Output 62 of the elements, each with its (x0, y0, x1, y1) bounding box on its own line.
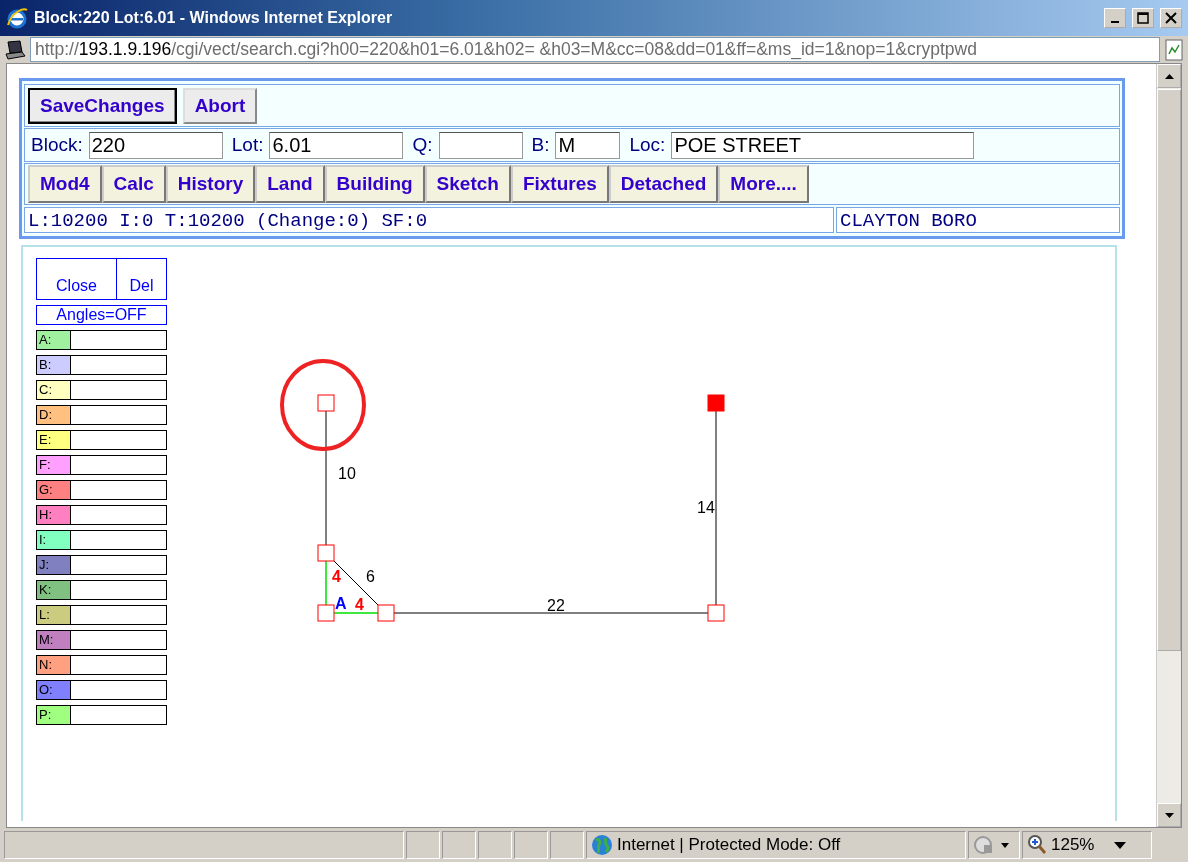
text-field[interactable]: M (555, 131, 621, 159)
dimension-label: 14 (697, 499, 715, 516)
nav-tab[interactable]: Mod4 (28, 165, 102, 203)
up-arrow-icon (1164, 73, 1174, 79)
nav-tab[interactable]: History (165, 165, 256, 203)
save-changes-button[interactable]: SaveChanges (28, 87, 177, 124)
nav-tab[interactable]: Fixtures (510, 165, 609, 203)
status-bar-pane (514, 831, 548, 859)
scroll-down-button[interactable] (1157, 803, 1181, 827)
laptop-icon (4, 39, 26, 60)
text-field[interactable]: 6.01 (269, 131, 404, 159)
angles-toggle-button[interactable]: Angles=OFF (36, 305, 167, 325)
abort-button[interactable]: Abort (182, 87, 258, 124)
dimension-label: 4 (332, 568, 341, 585)
minimize-icon (1111, 21, 1119, 23)
vertex-handle[interactable] (317, 544, 335, 562)
address-field[interactable]: http://193.1.9.196/cgi/vect/search.cgi?h00=220&h01=6.01&h02= &h03=M&cc=08&dd=01&ff=&ms_id=1&nop=1&cryptpwd (30, 37, 1160, 62)
dimension-label: 10 (338, 465, 356, 482)
vertex-handle[interactable] (707, 604, 725, 622)
browser-logo-icon (6, 7, 28, 29)
municipality-name: CLAYTON BORO (836, 206, 1120, 233)
minimize-button[interactable] (1104, 8, 1126, 28)
status-bar-pane (478, 831, 512, 859)
nav-tab[interactable]: Land (255, 165, 325, 203)
field-label: B: (531, 134, 550, 156)
field-label: Block: (31, 134, 83, 156)
maximize-icon (1137, 12, 1149, 24)
page-icon (1164, 38, 1184, 61)
security-zone-status: Internet | Protected Mode: Off (617, 835, 841, 855)
text-field[interactable]: 220 (88, 131, 223, 159)
status-bar-pane (442, 831, 476, 859)
field-label: Q: (412, 134, 433, 156)
nav-tab[interactable]: Building (324, 165, 425, 203)
nav-tab[interactable]: Detached (608, 165, 719, 203)
section-name-label: A (335, 595, 347, 612)
vertex-handle[interactable] (707, 394, 725, 412)
nav-tab[interactable]: Calc (101, 165, 166, 203)
field-label: Loc: (629, 134, 666, 156)
caret-icon[interactable] (1114, 841, 1127, 849)
maximize-button[interactable] (1132, 8, 1154, 28)
scroll-up-button[interactable] (1157, 64, 1181, 88)
globe-icon (591, 834, 613, 856)
vertex-handle[interactable] (317, 604, 335, 622)
close-button[interactable] (1160, 8, 1182, 28)
window-title: Block:220 Lot:6.01 - Windows Internet Explorer (34, 9, 394, 27)
down-arrow-icon (1164, 812, 1174, 818)
field-label: Lot: (231, 134, 264, 156)
dimension-label: 22 (547, 597, 565, 614)
dimension-label: 4 (355, 596, 364, 613)
text-field[interactable] (438, 131, 523, 159)
nav-tab[interactable]: Sketch (424, 165, 511, 203)
scrollbar-thumb[interactable] (1157, 89, 1181, 651)
status-bar-pane (406, 831, 440, 859)
vertex-handle[interactable] (317, 394, 335, 412)
status-bar-pane (550, 831, 584, 859)
dimension-label: 6 (366, 568, 375, 585)
close-icon (1165, 12, 1177, 24)
text-field[interactable]: POE STREET (671, 131, 975, 159)
valuation-summary: L:10200 I:0 T:10200 (Change:0) SF:0 (24, 206, 834, 233)
nav-tab[interactable]: More.... (718, 165, 809, 203)
vertex-handle[interactable] (377, 604, 395, 622)
zoom-icon (1027, 834, 1047, 856)
